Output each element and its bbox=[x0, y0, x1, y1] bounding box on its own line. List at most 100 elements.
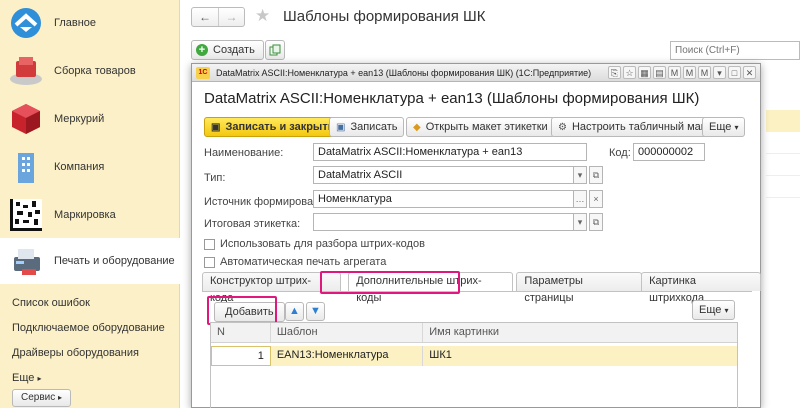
move-down-button[interactable]: ▼ bbox=[306, 302, 325, 321]
table-header: N Шаблон Имя картинки bbox=[211, 323, 737, 343]
maximize-icon[interactable]: □ bbox=[728, 66, 741, 79]
ellipsis-icon: … bbox=[575, 194, 585, 204]
column-header-template[interactable]: Шаблон bbox=[271, 323, 424, 342]
disk-icon: ▣ bbox=[336, 121, 346, 133]
list-selected-row[interactable] bbox=[766, 110, 800, 132]
copy-icon bbox=[269, 44, 281, 56]
type-open-button[interactable]: ⧉ bbox=[589, 166, 603, 184]
copy-button[interactable] bbox=[265, 40, 285, 60]
favorite-icon[interactable]: ☆ bbox=[623, 66, 636, 79]
final-label-open-button[interactable]: ⧉ bbox=[589, 213, 603, 231]
calendar-icon[interactable]: ▦ bbox=[638, 66, 651, 79]
sidebar-item-label: Маркировка bbox=[54, 209, 116, 221]
cell-image-name[interactable]: ШК1 bbox=[423, 346, 737, 366]
printer-icon bbox=[14, 249, 40, 275]
arrow-down-icon: ▼ bbox=[310, 305, 321, 317]
history-nav: ← → bbox=[191, 7, 245, 27]
favorite-star-icon[interactable]: ★ bbox=[255, 6, 270, 26]
add-highlight-frame bbox=[207, 296, 277, 325]
service-button[interactable]: Сервис ▸ bbox=[12, 389, 72, 407]
final-label-dropdown-button[interactable]: ▾ bbox=[573, 213, 587, 231]
name-field[interactable] bbox=[313, 143, 587, 161]
source-clear-button[interactable]: × bbox=[589, 190, 603, 208]
open-form-icon: ⧉ bbox=[592, 170, 600, 180]
sidebar-item-label: Меркурий bbox=[54, 113, 105, 125]
tab-barcode-image[interactable]: Картинка штрихкода bbox=[641, 272, 761, 304]
use-for-parsing-checkbox-row[interactable]: Использовать для разбора штрих-кодов bbox=[204, 238, 425, 250]
use-for-parsing-checkbox[interactable] bbox=[204, 238, 215, 250]
chevron-down-icon: ▾ bbox=[577, 170, 583, 180]
close-icon[interactable]: ✕ bbox=[743, 66, 756, 79]
configure-table-layout-button[interactable]: ⚙ Настроить табличный макет bbox=[551, 117, 724, 137]
table-row[interactable]: 1 EAN13:Номенклатура ШК1 bbox=[211, 346, 737, 366]
chevron-down-icon: ▾ bbox=[734, 122, 739, 132]
open-form-icon: ⧉ bbox=[592, 217, 600, 227]
sidebar-item-company[interactable]: Компания bbox=[0, 144, 180, 190]
list-row[interactable] bbox=[766, 154, 800, 176]
source-select-button[interactable]: … bbox=[573, 190, 587, 208]
memory-m-icon[interactable]: M bbox=[668, 66, 681, 79]
link-icon[interactable]: ⎘ bbox=[608, 66, 621, 79]
list-row[interactable] bbox=[766, 176, 800, 198]
sidebar-item-label: Печать и оборудование bbox=[54, 255, 175, 267]
sidebar-item-label: Компания bbox=[54, 161, 105, 173]
sidebar-item-assembly[interactable]: Сборка товаров bbox=[0, 48, 180, 94]
type-dropdown-button[interactable]: ▾ bbox=[573, 166, 587, 184]
column-header-image-name[interactable]: Имя картинки bbox=[423, 323, 737, 342]
type-field[interactable] bbox=[313, 166, 575, 184]
create-button[interactable]: + Создать bbox=[191, 40, 264, 60]
list-row[interactable] bbox=[766, 132, 800, 154]
tab-bar: Конструктор штрих-кода Дополнительные шт… bbox=[202, 272, 761, 304]
back-arrow-icon[interactable]: ← bbox=[192, 8, 218, 26]
save-and-close-button[interactable]: ▣ Записать и закрыть bbox=[204, 117, 342, 137]
sidebar-item-main[interactable]: Главное bbox=[0, 0, 180, 46]
calculator-icon[interactable]: ▤ bbox=[653, 66, 666, 79]
menu-icon[interactable]: ▾ bbox=[713, 66, 726, 79]
form-title: DataMatrix ASCII:Номенклатура + ean13 (Ш… bbox=[204, 90, 700, 107]
arrow-up-icon: ▲ bbox=[289, 305, 300, 317]
chevron-down-icon: ▾ bbox=[577, 217, 583, 227]
window-title: DataMatrix ASCII:Номенклатура + ean13 (Ш… bbox=[216, 67, 592, 78]
label-tag-icon: ◆ bbox=[413, 121, 421, 133]
memory-mplus-icon[interactable]: M bbox=[683, 66, 696, 79]
save-icon: ▣ bbox=[211, 121, 221, 133]
memory-mminus-icon[interactable]: M bbox=[698, 66, 711, 79]
move-up-button[interactable]: ▲ bbox=[285, 302, 304, 321]
more-button[interactable]: Еще ▾ bbox=[702, 117, 746, 137]
forward-arrow-icon[interactable]: → bbox=[218, 8, 244, 26]
sidebar-links: Список ошибок Подключаемое оборудование … bbox=[12, 296, 165, 396]
final-label-field[interactable] bbox=[313, 213, 575, 231]
tab-page-parameters[interactable]: Параметры страницы bbox=[516, 272, 643, 304]
source-field[interactable] bbox=[313, 190, 575, 208]
open-label-layout-button[interactable]: ◆ Открыть макет этикетки bbox=[406, 117, 555, 137]
sidebar-item-print-equipment[interactable]: Печать и оборудование bbox=[0, 238, 180, 284]
final-label-label: Итоговая этикетка: bbox=[204, 218, 301, 230]
settings-icon: ⚙ bbox=[558, 121, 567, 133]
clear-x-icon: × bbox=[593, 194, 599, 204]
link-connected-equipment[interactable]: Подключаемое оборудование bbox=[12, 321, 165, 346]
column-header-n[interactable]: N bbox=[211, 323, 271, 342]
search-input[interactable] bbox=[670, 41, 800, 60]
barcodes-table: N Шаблон Имя картинки 1 EAN13:Номенклату… bbox=[210, 322, 738, 408]
auto-print-checkbox-row[interactable]: Автоматическая печать агрегата bbox=[204, 256, 386, 268]
page-title: Шаблоны формирования ШК bbox=[283, 8, 486, 25]
link-equipment-drivers[interactable]: Драйверы оборудования bbox=[12, 346, 165, 371]
sidebar-item-label: Главное bbox=[54, 17, 97, 29]
name-label: Наименование: bbox=[204, 147, 284, 159]
save-button[interactable]: ▣ Записать bbox=[329, 117, 405, 137]
datamatrix-icon bbox=[10, 199, 42, 231]
building-icon bbox=[18, 153, 34, 183]
cell-n[interactable]: 1 bbox=[211, 346, 271, 366]
home-icon bbox=[11, 8, 41, 38]
auto-print-checkbox[interactable] bbox=[204, 256, 215, 268]
sidebar-item-mercury[interactable]: Меркурий bbox=[0, 96, 180, 142]
link-error-list[interactable]: Список ошибок bbox=[12, 296, 165, 321]
code-field[interactable] bbox=[633, 143, 705, 161]
sidebar: Главное Сборка товаров Меркурий Компания bbox=[0, 0, 180, 408]
tab-highlight-frame bbox=[320, 271, 460, 294]
code-label: Код: bbox=[609, 147, 631, 159]
sidebar-item-marking[interactable]: Маркировка bbox=[0, 192, 180, 238]
cell-template[interactable]: EAN13:Номенклатура bbox=[271, 346, 424, 366]
1c-logo-icon: 1С bbox=[196, 66, 210, 79]
table-more-button[interactable]: Еще ▾ bbox=[692, 300, 736, 320]
